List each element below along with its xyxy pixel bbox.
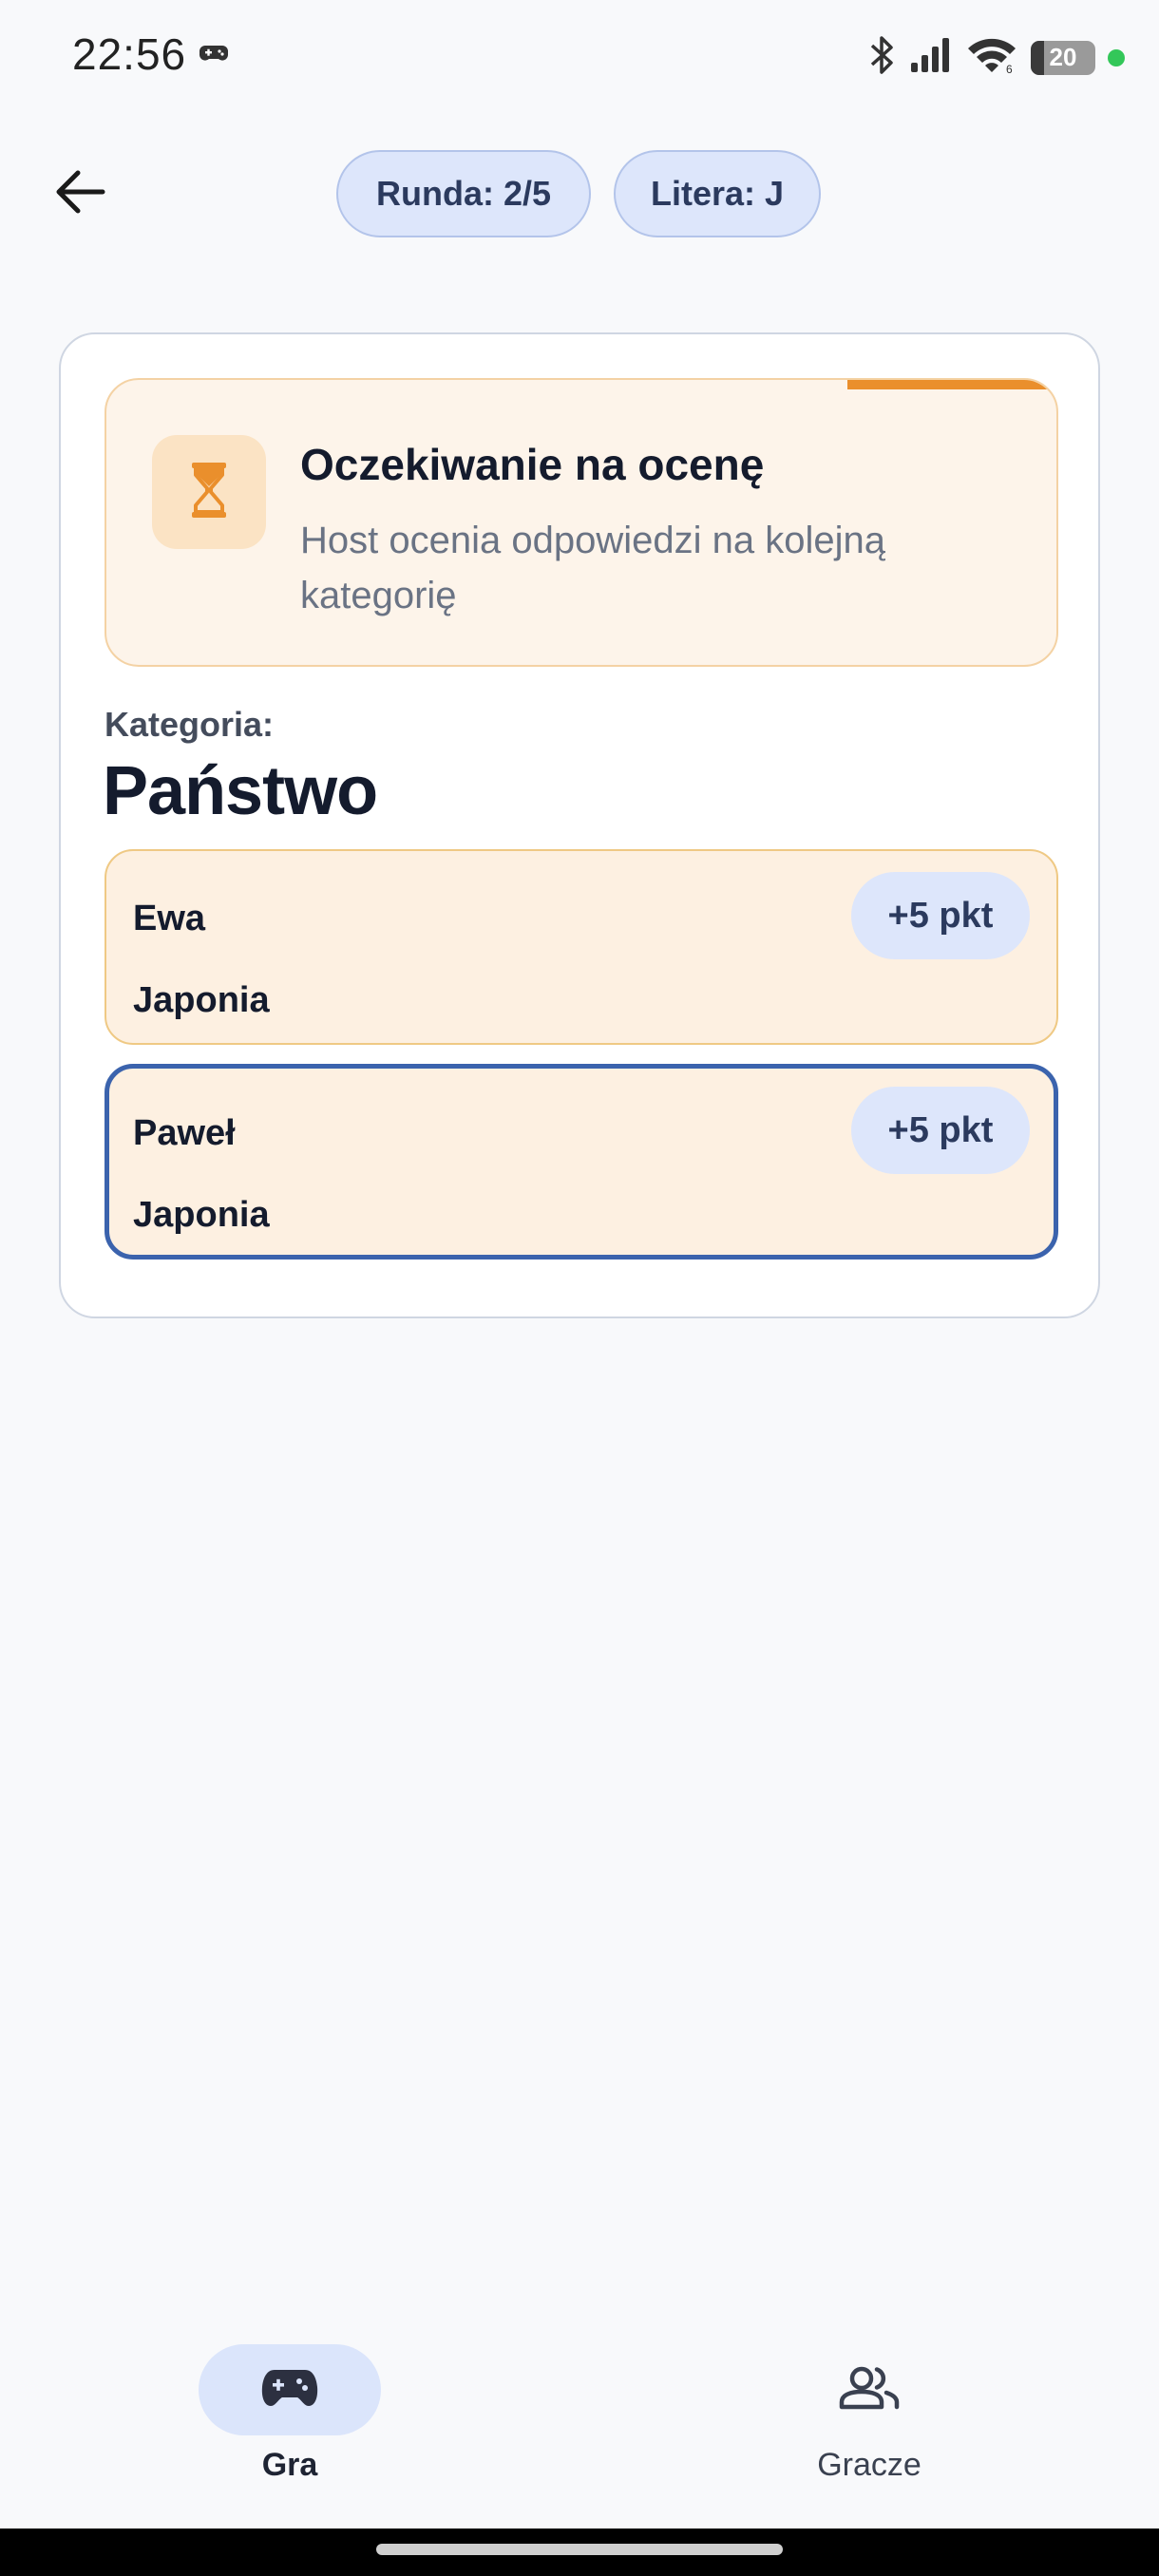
nav-label-players: Gracze — [817, 2447, 922, 2483]
battery-level: 20 — [1049, 43, 1077, 71]
timer-progress-fill — [847, 380, 1056, 389]
battery-icon: 20 — [1031, 40, 1095, 75]
gamepad-icon — [261, 2368, 318, 2413]
arrow-left-icon — [53, 168, 106, 220]
gesture-handle[interactable] — [376, 2544, 783, 2555]
letter-chip: Litera: J — [614, 150, 821, 237]
waiting-status-card: Oczekiwanie na ocenę Host ocenia odpowie… — [104, 378, 1058, 667]
system-gesture-bar — [0, 2529, 1159, 2576]
hourglass-icon-box — [152, 435, 266, 549]
round-chip: Runda: 2/5 — [336, 150, 591, 237]
timer-progress-bar — [106, 380, 1056, 389]
status-icons: 6 20 — [867, 34, 1125, 81]
hourglass-icon — [188, 460, 230, 525]
nav-active-indicator — [199, 2344, 381, 2435]
main-card: Oczekiwanie na ocenę Host ocenia odpowie… — [59, 332, 1100, 1318]
points-badge[interactable]: +5 pkt — [851, 1087, 1030, 1174]
waiting-title: Oczekiwanie na ocenę — [300, 440, 765, 489]
player-name: Paweł — [133, 1113, 236, 1153]
answer-text: Japonia — [133, 980, 270, 1020]
category-label: Kategoria: — [104, 705, 275, 744]
answer-text: Japonia — [133, 1195, 270, 1235]
people-icon — [839, 2366, 900, 2415]
svg-text:6: 6 — [1006, 63, 1013, 74]
player-name: Ewa — [133, 899, 206, 938]
bluetooth-icon — [867, 34, 896, 81]
answer-card[interactable]: Ewa +5 pkt Japonia — [104, 849, 1058, 1045]
answer-card-selected[interactable]: Paweł +5 pkt Japonia — [104, 1064, 1058, 1260]
status-bar: 22:56 6 20 — [0, 0, 1159, 114]
back-button[interactable] — [46, 160, 114, 228]
waiting-description: Host ocenia odpowiedzi na kolejną katego… — [300, 520, 885, 616]
signal-icon — [909, 36, 953, 79]
game-controller-icon — [200, 44, 228, 67]
nav-item-players[interactable]: Gracze — [755, 2344, 983, 2484]
nav-label-game: Gra — [261, 2447, 318, 2483]
points-badge[interactable]: +5 pkt — [851, 872, 1030, 959]
wifi-icon: 6 — [966, 36, 1017, 79]
nav-item-game[interactable]: Gra — [176, 2344, 404, 2484]
status-time: 22:56 — [72, 29, 187, 79]
category-name: Państwo — [103, 753, 378, 829]
bottom-navigation: Gra Gracze — [0, 2318, 1159, 2529]
privacy-dot-icon — [1108, 48, 1125, 66]
